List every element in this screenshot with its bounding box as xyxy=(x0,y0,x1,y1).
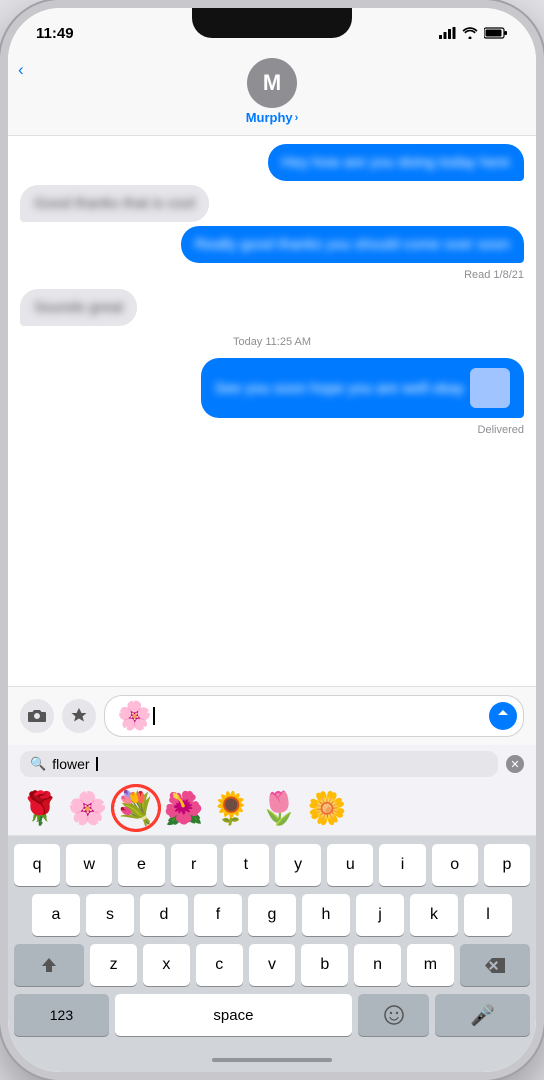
key-u[interactable]: u xyxy=(327,844,373,886)
emoji-results: 🌹 🌸 💐 🌺 🌻 🌷 🌼 xyxy=(8,783,536,836)
key-o[interactable]: o xyxy=(432,844,478,886)
keyboard-row-3: z x c v b n m xyxy=(14,944,530,986)
send-icon xyxy=(496,709,510,723)
key-a[interactable]: a xyxy=(32,894,80,936)
message-text: Really good thanks you should come over … xyxy=(195,236,510,253)
apps-icon xyxy=(70,707,88,725)
wifi-icon xyxy=(462,27,478,39)
messages-header: ‹ M Murphy › xyxy=(8,52,536,136)
numbers-key[interactable]: 123 xyxy=(14,994,109,1036)
space-key[interactable]: space xyxy=(115,994,352,1036)
key-s[interactable]: s xyxy=(86,894,134,936)
message-input-box[interactable]: 🌸 xyxy=(104,695,524,737)
keyboard-row-2: a s d f g h j k l xyxy=(14,894,530,936)
battery-icon xyxy=(484,27,508,39)
emoji-icon xyxy=(383,1004,405,1026)
key-r[interactable]: r xyxy=(171,844,217,886)
key-p[interactable]: p xyxy=(484,844,530,886)
backspace-icon xyxy=(485,958,505,973)
camera-button[interactable] xyxy=(20,699,54,733)
emoji-keyboard-key[interactable] xyxy=(358,994,429,1036)
message-bubble[interactable]: Good thanks that is cool xyxy=(20,185,209,222)
key-j[interactable]: j xyxy=(356,894,404,936)
chevron-right-icon: › xyxy=(295,112,299,124)
input-area: 🌸 xyxy=(8,686,536,745)
message-row: Good thanks that is cool xyxy=(20,185,524,222)
delivered-status: Delivered xyxy=(20,424,524,436)
contact-name[interactable]: Murphy › xyxy=(246,110,299,125)
key-v[interactable]: v xyxy=(249,944,296,986)
emoji-result-hibiscus[interactable]: 🌺 xyxy=(164,789,204,827)
shift-icon xyxy=(40,956,58,974)
message-row: Really good thanks you should come over … xyxy=(20,226,524,263)
keyboard-picker-key[interactable]: 🎤 xyxy=(435,994,530,1036)
message-bubble[interactable]: Really good thanks you should come over … xyxy=(181,226,524,263)
emoji-result-rose[interactable]: 🌹 xyxy=(20,789,60,827)
emoji-result-tulip[interactable]: 🌷 xyxy=(259,789,299,827)
emoji-result-blossom2[interactable]: 🌼 xyxy=(307,789,347,827)
messages-area: Hey how are you doing today here Good th… xyxy=(8,136,536,686)
key-f[interactable]: f xyxy=(194,894,242,936)
clear-search-button[interactable]: ✕ xyxy=(506,755,524,773)
camera-icon xyxy=(27,708,47,724)
search-icon: 🔍 xyxy=(30,756,46,772)
key-n[interactable]: n xyxy=(354,944,401,986)
emoji-result-blossom[interactable]: 🌸 xyxy=(68,789,108,827)
message-row: Hey how are you doing today here xyxy=(20,144,524,181)
key-w[interactable]: w xyxy=(66,844,112,886)
key-x[interactable]: x xyxy=(143,944,190,986)
key-i[interactable]: i xyxy=(379,844,425,886)
key-h[interactable]: h xyxy=(302,894,350,936)
message-bubble[interactable]: Sounds great xyxy=(20,289,137,326)
status-icons xyxy=(439,27,508,39)
message-row: Sounds great xyxy=(20,289,524,326)
contact-avatar: M xyxy=(247,58,297,108)
signal-icon xyxy=(439,27,456,39)
keyboard-row-4: 123 space 🎤 xyxy=(14,994,530,1036)
backspace-key[interactable] xyxy=(460,944,530,986)
key-y[interactable]: y xyxy=(275,844,321,886)
key-c[interactable]: c xyxy=(196,944,243,986)
search-cursor xyxy=(96,757,98,771)
chevron-left-icon[interactable]: ‹ xyxy=(18,60,24,80)
home-indicator xyxy=(212,1058,332,1062)
emoji-result-bouquet[interactable]: 💐 xyxy=(116,789,156,827)
message-text: Good thanks that is cool xyxy=(34,195,195,212)
key-z[interactable]: z xyxy=(90,944,137,986)
key-k[interactable]: k xyxy=(410,894,458,936)
key-m[interactable]: m xyxy=(407,944,454,986)
message-text: Sounds great xyxy=(34,299,123,316)
search-text: flower xyxy=(52,756,89,772)
message-text: Hey how are you doing today here xyxy=(282,154,510,171)
emoji-search-bar: 🔍 flower ✕ xyxy=(8,745,536,783)
message-bubble[interactable]: Hey how are you doing today here xyxy=(268,144,524,181)
keyboard: q w e r t y u i o p a s d f g h j k xyxy=(8,836,536,1048)
back-button[interactable]: ‹ xyxy=(18,60,24,80)
send-button[interactable] xyxy=(489,702,517,730)
keyboard-row-1: q w e r t y u i o p xyxy=(14,844,530,886)
key-t[interactable]: t xyxy=(223,844,269,886)
key-q[interactable]: q xyxy=(14,844,60,886)
key-l[interactable]: l xyxy=(464,894,512,936)
bottom-bar xyxy=(8,1048,536,1072)
key-e[interactable]: e xyxy=(118,844,164,886)
shift-key[interactable] xyxy=(14,944,84,986)
status-time: 11:49 xyxy=(36,25,74,42)
notch xyxy=(192,8,352,38)
message-text: See you soon hope you are well okay xyxy=(215,380,464,397)
flower-input-emoji: 🌸 xyxy=(117,702,152,730)
emoji-result-sunflower[interactable]: 🌻 xyxy=(211,789,251,827)
apps-button[interactable] xyxy=(62,699,96,733)
emoji-search-input[interactable]: 🔍 flower xyxy=(20,751,498,777)
message-row: See you soon hope you are well okay xyxy=(20,358,524,418)
message-bubble[interactable]: See you soon hope you are well okay xyxy=(201,358,524,418)
text-cursor xyxy=(153,707,155,725)
message-status: Read 1/8/21 xyxy=(20,269,524,281)
key-g[interactable]: g xyxy=(248,894,296,936)
key-b[interactable]: b xyxy=(301,944,348,986)
phone-frame: 11:49 xyxy=(0,0,544,1080)
key-d[interactable]: d xyxy=(140,894,188,936)
message-timestamp: Today 11:25 AM xyxy=(20,336,524,348)
